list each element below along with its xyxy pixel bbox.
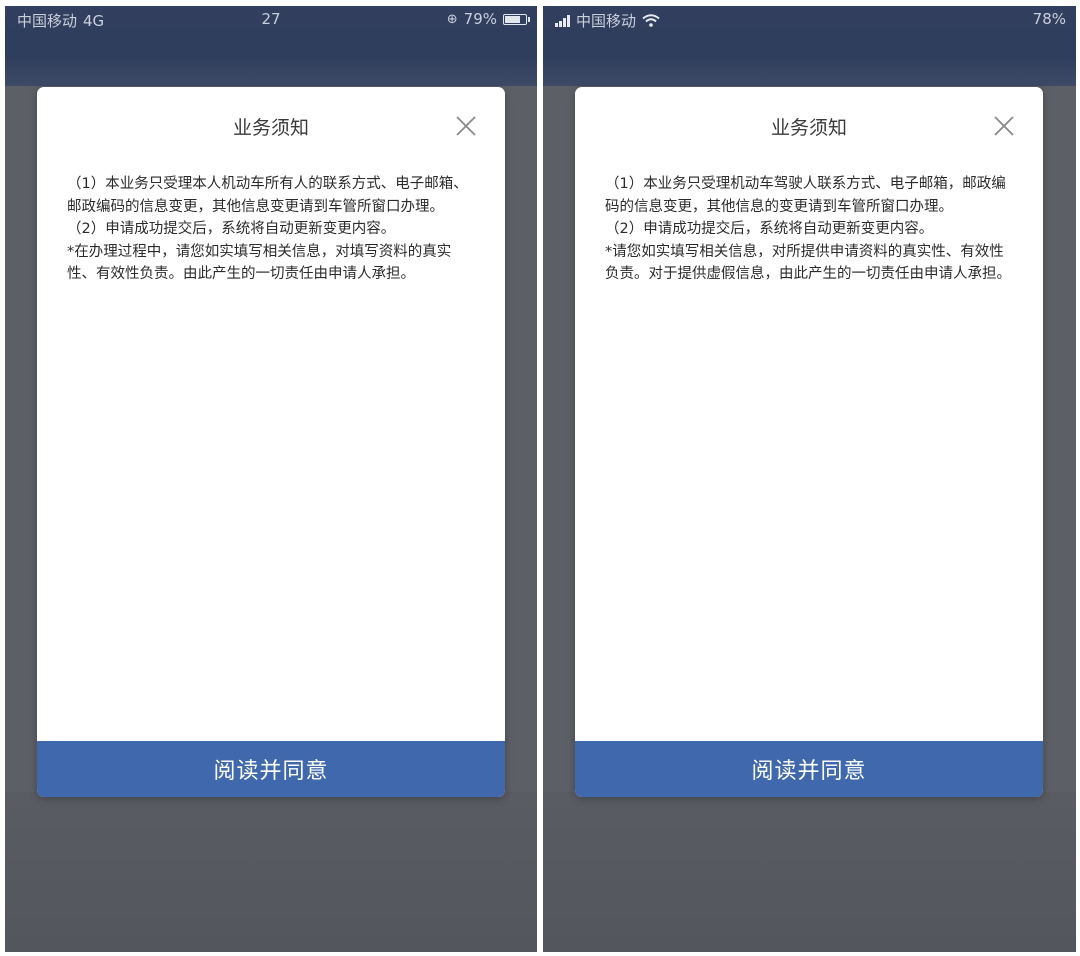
notice-dialog: 业务须知 （1）本业务只受理本人机动车所有人的联系方式、电子邮箱、邮政编码的信息… xyxy=(37,87,505,797)
read-and-agree-button[interactable]: 阅读并同意 xyxy=(37,741,505,797)
dialog-title: 业务须知 xyxy=(232,117,309,139)
battery-percent: 79% xyxy=(463,10,497,28)
orientation-lock-icon: ⊕ xyxy=(446,11,458,27)
notice-paragraph: *在办理过程中，请您如实填写相关信息，对填写资料的真实性、有效性负责。由此产生的… xyxy=(67,243,452,283)
notice-paragraph: （1）本业务只受理机动车驾驶人联系方式、电子邮箱，邮政编码的信息变更，其他信息的… xyxy=(605,176,1006,215)
background-overlay xyxy=(543,792,1076,952)
notice-paragraph: （2）申请成功提交后，系统将自动更新变更内容。 xyxy=(605,221,934,237)
phone-screen-left: 中国移动 4G 27 ⊕ 79% 业务须知 （1）本业务只受理本人机动车所有人的… xyxy=(5,6,537,952)
close-icon[interactable] xyxy=(993,115,1015,137)
dialog-body: （1）本业务只受理本人机动车所有人的联系方式、电子邮箱、邮政编码的信息变更，其他… xyxy=(67,173,479,286)
status-bar: 中国移动 78% xyxy=(543,6,1076,86)
notice-dialog: 业务须知 （1）本业务只受理机动车驾驶人联系方式、电子邮箱，邮政编码的信息变更，… xyxy=(575,87,1043,797)
signal-icon xyxy=(555,14,570,27)
wifi-icon xyxy=(642,14,660,27)
screenshot-pair: 中国移动 4G 27 ⊕ 79% 业务须知 （1）本业务只受理本人机动车所有人的… xyxy=(0,0,1080,956)
close-icon[interactable] xyxy=(455,115,477,137)
status-time: 27 xyxy=(261,10,281,28)
notice-paragraph: （2）申请成功提交后，系统将自动更新变更内容。 xyxy=(67,221,396,237)
battery-percent: 78% xyxy=(1032,10,1066,28)
carrier-name: 中国移动 xyxy=(576,12,637,30)
phone-screen-right: 中国移动 78% 业务须知 （1）本业务只受理机动车驾驶人联系方式、电子邮箱，邮… xyxy=(543,6,1076,952)
battery-icon xyxy=(503,13,530,25)
read-and-agree-button[interactable]: 阅读并同意 xyxy=(575,741,1043,797)
dialog-title: 业务须知 xyxy=(770,117,847,139)
notice-paragraph: （1）本业务只受理本人机动车所有人的联系方式、电子邮箱、邮政编码的信息变更，其他… xyxy=(67,176,468,215)
background-overlay xyxy=(5,792,537,952)
status-bar: 中国移动 4G 27 ⊕ 79% xyxy=(5,6,537,86)
notice-paragraph: *请您如实填写相关信息，对所提供申请资料的真实性、有效性负责。对于提供虚假信息，… xyxy=(605,243,1011,283)
dialog-body: （1）本业务只受理机动车驾驶人联系方式、电子邮箱，邮政编码的信息变更，其他信息的… xyxy=(605,173,1017,286)
